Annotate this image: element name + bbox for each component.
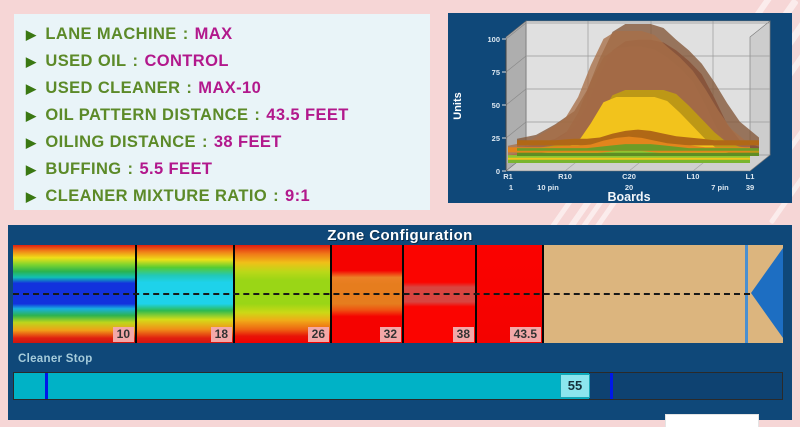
spec-separator: : — [273, 187, 279, 206]
x-axis-title: Boards — [607, 190, 650, 203]
bullet-arrow-icon: ▶ — [26, 82, 36, 95]
y-axis-title: Units — [452, 92, 464, 120]
y-tick-25: 25 — [492, 134, 500, 143]
cleaner-stop-fill — [14, 373, 589, 399]
spec-value: 5.5 FEET — [139, 160, 212, 179]
spec-label: BUFFING — [45, 160, 121, 179]
spec-label: OILING DISTANCE — [45, 133, 196, 152]
bottom-popup-fragment — [665, 414, 759, 427]
x-subtick-10pin: 10 pin — [537, 183, 559, 192]
spec-separator: : — [183, 25, 189, 44]
cleaner-stop-label: Cleaner Stop — [18, 353, 93, 365]
bullet-arrow-icon: ▶ — [26, 190, 36, 203]
spec-label: OIL PATTERN DISTANCE — [45, 106, 248, 125]
x-tick-R1: R1 — [503, 172, 513, 181]
spec-row-buffing: ▶ BUFFING : 5.5 FEET — [26, 156, 430, 183]
spec-label: CLEANER MIXTURE RATIO — [45, 187, 267, 206]
zone-distance-label: 43.5 — [510, 327, 541, 342]
spec-value: 9:1 — [285, 187, 310, 206]
spec-row-used-cleaner: ▶ USED CLEANER : MAX-10 — [26, 75, 430, 102]
cleaner-stop-value[interactable]: 55 — [560, 374, 590, 398]
spec-row-used-oil: ▶ USED OIL : CONTROL — [26, 48, 430, 75]
zone-panel-title: Zone Configuration — [8, 225, 792, 244]
x-tick-L1: L1 — [746, 172, 755, 181]
spec-separator: : — [202, 133, 208, 152]
bullet-arrow-icon: ▶ — [26, 55, 36, 68]
spec-value: 38 FEET — [214, 133, 282, 152]
x-tick-R10: R10 — [558, 172, 572, 181]
zone-strip: 10 18 26 32 38 43.5 — [13, 245, 783, 343]
slider-marker-left[interactable] — [45, 373, 48, 399]
zone-distance-label: 18 — [211, 327, 232, 342]
spec-label: LANE MACHINE — [45, 25, 176, 44]
spec-value: CONTROL — [144, 52, 228, 71]
spec-separator: : — [254, 106, 260, 125]
spec-row-cleaner-mixture-ratio: ▶ CLEANER MIXTURE RATIO : 9:1 — [26, 183, 430, 210]
specs-panel: ▶ LANE MACHINE : MAX ▶ USED OIL : CONTRO… — [14, 14, 430, 210]
spec-value: MAX — [195, 25, 233, 44]
x-subtick-7pin: 7 pin — [711, 183, 729, 192]
zone-distance-label: 26 — [308, 327, 329, 342]
zone-distance-label: 32 — [380, 327, 401, 342]
spec-label: USED OIL — [45, 52, 126, 71]
y-tick-75: 75 — [492, 68, 500, 77]
center-dashed-line — [13, 293, 750, 295]
spec-row-lane-machine: ▶ LANE MACHINE : MAX — [26, 21, 430, 48]
oil-pattern-chart-panel: 100 75 50 25 0 R1 R10 C20 L10 L1 1 10 pi… — [448, 13, 792, 203]
y-tick-0: 0 — [496, 167, 500, 176]
x-tick-C20: C20 — [622, 172, 636, 181]
spec-label: USED CLEANER — [45, 79, 180, 98]
y-tick-100: 100 — [487, 35, 500, 44]
bullet-arrow-icon: ▶ — [26, 136, 36, 149]
oil-pattern-3d-chart: 100 75 50 25 0 R1 R10 C20 L10 L1 1 10 pi… — [448, 13, 792, 203]
x-subtick-39: 39 — [746, 183, 754, 192]
bullet-arrow-icon: ▶ — [26, 109, 36, 122]
y-tick-50: 50 — [492, 101, 500, 110]
spec-separator: : — [128, 160, 134, 179]
x-subtick-1: 1 — [509, 183, 513, 192]
x-tick-L10: L10 — [687, 172, 700, 181]
cleaner-stop-slider[interactable]: 55 — [13, 372, 783, 400]
spec-row-oiling-distance: ▶ OILING DISTANCE : 38 FEET — [26, 129, 430, 156]
series-oil-layer-green-lower — [508, 160, 750, 163]
zone-configuration-panel: Zone Configuration 10 18 26 32 38 43.5 C… — [8, 225, 792, 420]
pattern-end-arrow-icon — [751, 248, 783, 338]
slider-marker-right[interactable] — [610, 373, 613, 399]
spec-separator: : — [186, 79, 192, 98]
spec-separator: : — [133, 52, 139, 71]
spec-value: MAX-10 — [198, 79, 261, 98]
series-oil-layer-green-lower-lid — [517, 153, 759, 156]
zone-distance-label: 38 — [453, 327, 474, 342]
bullet-arrow-icon: ▶ — [26, 163, 36, 176]
zone-distance-label: 10 — [113, 327, 134, 342]
spec-row-oil-pattern-distance: ▶ OIL PATTERN DISTANCE : 43.5 FEET — [26, 102, 430, 129]
spec-value: 43.5 FEET — [266, 106, 348, 125]
bullet-arrow-icon: ▶ — [26, 28, 36, 41]
